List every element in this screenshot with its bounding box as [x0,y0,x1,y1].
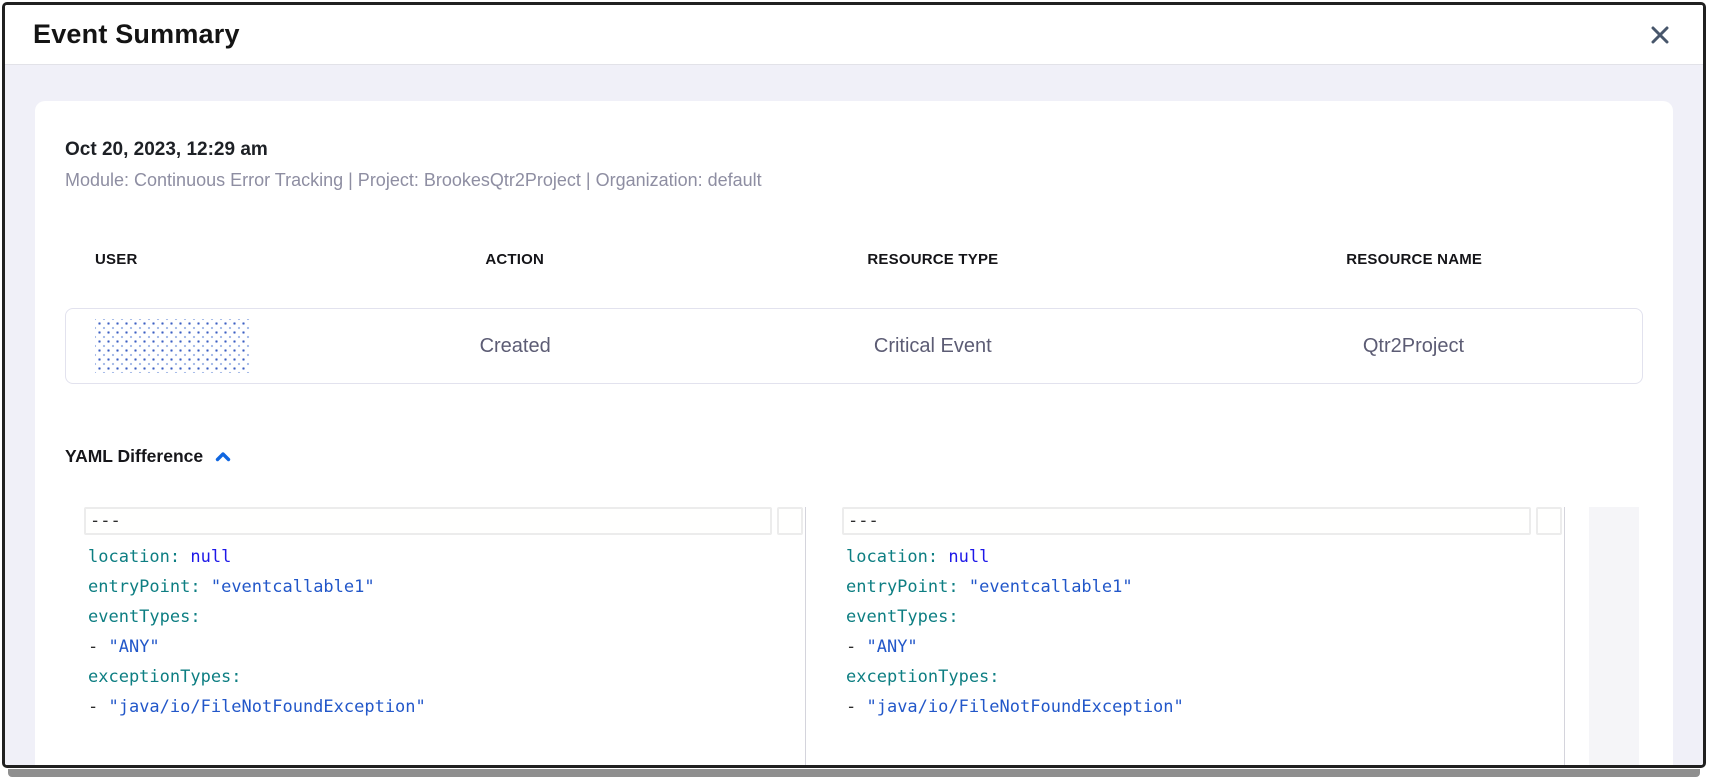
yaml-difference-toggle[interactable]: YAML Difference [65,446,1643,467]
modal-header: Event Summary [5,5,1703,65]
yaml-code-line: - "ANY" [84,632,805,662]
close-icon [1648,23,1672,47]
yaml-diff-left-panel[interactable]: --- location: nullentryPoint: "eventcall… [84,507,806,768]
yaml-code-line: exceptionTypes: [842,662,1564,692]
column-header-user: USER [65,251,349,268]
modal-body: Oct 20, 2023, 12:29 am Module: Continuou… [5,65,1703,765]
event-summary-modal: Event Summary Oct 20, 2023, 12:29 am Mod… [2,2,1706,768]
redacted-user-block [95,319,251,373]
table-row: Created Critical Event Qtr2Project [65,308,1643,384]
action-cell: Created [350,335,681,358]
yaml-diff-right-panel[interactable]: --- location: nullentryPoint: "eventcall… [842,507,1565,768]
yaml-code-line: location: null [842,542,1564,572]
column-header-resource-name: RESOURCE NAME [1185,251,1643,268]
yaml-code-line: --- [84,507,772,535]
column-header-action: ACTION [349,251,680,268]
yaml-code-line: - "java/io/FileNotFoundException" [84,692,805,722]
overview-scrollbar-track[interactable] [1589,507,1639,768]
yaml-code-line: - "ANY" [842,632,1564,662]
scrollbar-stub [777,507,803,535]
yaml-code-line: entryPoint: "eventcallable1" [842,572,1564,602]
event-table-header: USER ACTION RESOURCE TYPE RESOURCE NAME [65,251,1643,268]
yaml-code-line: exceptionTypes: [84,662,805,692]
user-cell [66,319,350,373]
diff-first-line-row: --- [842,507,1564,535]
page-title: Event Summary [33,19,240,50]
event-card: Oct 20, 2023, 12:29 am Module: Continuou… [35,101,1673,768]
yaml-diff-view: --- location: nullentryPoint: "eventcall… [84,507,1643,768]
diff-right-margin [1565,507,1589,768]
event-timestamp: Oct 20, 2023, 12:29 am [65,139,1643,161]
yaml-code-line: entryPoint: "eventcallable1" [84,572,805,602]
yaml-code-line: eventTypes: [842,602,1564,632]
yaml-code-line: eventTypes: [84,602,805,632]
diff-gutter [806,507,842,768]
yaml-code-line: - "java/io/FileNotFoundException" [842,692,1564,722]
diff-first-line-row: --- [84,507,805,535]
scrollbar-stub [1536,507,1562,535]
column-header-resource-type: RESOURCE TYPE [680,251,1185,268]
chevron-up-icon [213,447,233,467]
resource-name-cell: Qtr2Project [1185,335,1642,358]
yaml-difference-label: YAML Difference [65,446,203,467]
yaml-code-line: --- [842,507,1531,535]
event-meta: Module: Continuous Error Tracking | Proj… [65,170,1643,191]
close-button[interactable] [1645,20,1675,50]
resource-type-cell: Critical Event [681,335,1185,358]
window-bottom-shadow [8,769,1700,777]
yaml-code-line: location: null [84,542,805,572]
